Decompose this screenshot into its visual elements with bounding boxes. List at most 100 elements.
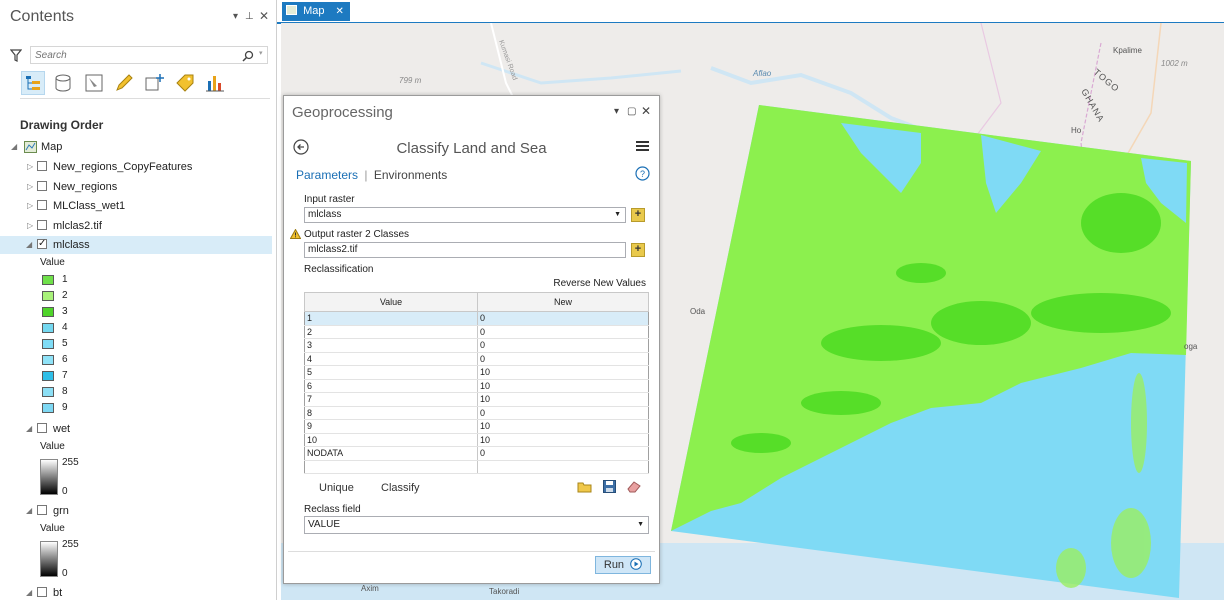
layer-visibility-checkbox[interactable] <box>37 220 47 230</box>
collapse-icon[interactable]: ◢ <box>26 502 32 520</box>
value-cell[interactable]: NODATA <box>304 446 478 461</box>
layer-visibility-checkbox[interactable] <box>37 181 47 191</box>
list-by-selection-icon[interactable] <box>83 72 105 94</box>
table-row[interactable]: 9 10 <box>304 419 649 434</box>
value-cell[interactable]: 6 <box>304 379 478 393</box>
new-value-cell[interactable]: 10 <box>477 365 649 380</box>
layer-row-mlclass[interactable]: ◢ ✓ mlclass <box>0 236 272 254</box>
table-row[interactable]: 80 <box>304 406 649 420</box>
layer-visibility-checkbox[interactable] <box>37 161 47 171</box>
legend-swatch[interactable] <box>42 371 54 381</box>
browse-output-button[interactable]: + <box>631 243 645 257</box>
pin-icon[interactable]: ⊥ <box>245 11 254 22</box>
legend-swatch[interactable] <box>42 339 54 349</box>
expand-icon[interactable]: ▷ <box>27 197 33 215</box>
layer-row-bt[interactable]: ◢ bt <box>0 584 272 600</box>
list-by-data-source-icon[interactable] <box>52 72 74 94</box>
list-by-editing-icon[interactable] <box>113 72 135 94</box>
table-row[interactable]: NODATA 0 <box>304 446 649 461</box>
layer-visibility-checkbox[interactable] <box>37 505 47 515</box>
reclass-field-dropdown[interactable]: VALUE ▼ <box>304 516 649 534</box>
reclassification-table[interactable]: Value New 1 0 2 0 3 0 4 0 5 10 6 10 7 10 8 0 9 10 10 10 NODA… <box>304 292 649 474</box>
table-row[interactable]: 10 10 <box>304 433 649 447</box>
new-value-cell[interactable] <box>477 460 649 474</box>
output-raster-field[interactable]: mlclass2.tif <box>304 242 626 258</box>
collapse-icon[interactable]: ◢ <box>26 584 32 600</box>
layer-row-mlclass-wet1[interactable]: ▷ MLClass_wet1 <box>0 197 272 215</box>
value-cell[interactable]: 4 <box>304 352 478 366</box>
maximize-icon[interactable]: ▢ <box>627 106 636 117</box>
new-value-cell[interactable]: 0 <box>477 325 649 339</box>
layer-visibility-checkbox[interactable] <box>37 200 47 210</box>
legend-swatch[interactable] <box>42 275 54 285</box>
reverse-new-values-button[interactable]: Reverse New Values <box>553 278 646 289</box>
search-input[interactable] <box>31 47 239 63</box>
layer-visibility-checkbox[interactable] <box>37 423 47 433</box>
new-value-cell[interactable]: 0 <box>477 406 649 420</box>
table-row-empty[interactable] <box>304 460 649 474</box>
table-row[interactable]: 40 <box>304 352 649 366</box>
list-by-charts-icon[interactable] <box>204 72 226 94</box>
value-cell[interactable]: 7 <box>304 392 478 407</box>
legend-swatch[interactable] <box>42 323 54 333</box>
value-cell[interactable]: 2 <box>304 325 478 339</box>
tab-parameters[interactable]: Parameters <box>296 168 358 182</box>
value-cell[interactable]: 3 <box>304 338 478 353</box>
search-icon[interactable] <box>242 50 254 62</box>
list-by-labeling-icon[interactable] <box>174 72 196 94</box>
new-value-cell[interactable]: 0 <box>477 446 649 461</box>
table-row[interactable]: 30 <box>304 338 649 353</box>
layer-visibility-checkbox[interactable] <box>37 587 47 597</box>
layer-row-new-regions-copyfeatures[interactable]: ▷ New_regions_CopyFeatures <box>0 158 272 176</box>
layer-row-mlclas2[interactable]: ▷ mlclas2.tif <box>0 217 272 235</box>
legend-swatch[interactable] <box>42 403 54 413</box>
legend-swatch[interactable] <box>42 307 54 317</box>
new-value-cell[interactable]: 0 <box>477 352 649 366</box>
value-cell[interactable]: 8 <box>304 406 478 420</box>
value-cell[interactable]: 9 <box>304 419 478 434</box>
pane-menu-icon[interactable]: ▾ <box>614 106 619 117</box>
collapse-icon[interactable]: ◢ <box>26 236 32 254</box>
expand-icon[interactable]: ▷ <box>27 158 33 176</box>
tab-map[interactable]: Map ✕ <box>282 2 350 21</box>
eraser-icon[interactable] <box>627 480 642 493</box>
expand-icon[interactable]: ▷ <box>27 217 33 235</box>
unique-button[interactable]: Unique <box>319 482 354 494</box>
close-tab-icon[interactable]: ✕ <box>336 6 344 17</box>
close-icon[interactable]: ✕ <box>259 9 269 23</box>
new-value-cell[interactable]: 10 <box>477 419 649 434</box>
new-value-cell[interactable]: 10 <box>477 392 649 407</box>
legend-swatch[interactable] <box>42 387 54 397</box>
table-row[interactable]: 20 <box>304 325 649 339</box>
column-header-new[interactable]: New <box>477 292 649 312</box>
layer-visibility-checkbox[interactable]: ✓ <box>37 239 47 249</box>
filter-icon[interactable] <box>10 49 22 63</box>
column-header-value[interactable]: Value <box>304 292 478 312</box>
value-cell[interactable]: 5 <box>304 365 478 380</box>
pane-menu-icon[interactable]: ▾ <box>233 11 238 22</box>
classify-button[interactable]: Classify <box>381 482 420 494</box>
table-row[interactable]: 6 10 <box>304 379 649 393</box>
collapse-icon[interactable]: ◢ <box>11 138 17 156</box>
close-icon[interactable]: ✕ <box>641 104 651 118</box>
table-row[interactable]: 7 10 <box>304 392 649 407</box>
table-row[interactable]: 5 10 <box>304 365 649 380</box>
layer-row-wet[interactable]: ◢ wet <box>0 420 272 438</box>
run-button[interactable]: Run <box>595 556 651 574</box>
collapse-icon[interactable]: ◢ <box>26 420 32 438</box>
tree-map-node[interactable]: ◢ Map <box>0 138 272 156</box>
new-value-cell[interactable]: 10 <box>477 379 649 393</box>
menu-icon[interactable] <box>636 140 649 152</box>
new-value-cell[interactable]: 0 <box>477 338 649 353</box>
help-icon[interactable]: ? <box>635 166 650 181</box>
browse-input-button[interactable]: + <box>631 208 645 222</box>
list-by-drawing-order-icon[interactable] <box>21 71 45 95</box>
input-raster-dropdown[interactable]: mlclass ▼ <box>304 207 626 223</box>
layer-row-grn[interactable]: ◢ grn <box>0 502 272 520</box>
tab-environments[interactable]: Environments <box>374 168 447 182</box>
search-options-icon[interactable]: ▾ <box>259 49 263 57</box>
legend-swatch[interactable] <box>42 291 54 301</box>
value-cell[interactable] <box>304 460 478 474</box>
contents-search[interactable]: ▾ <box>30 46 268 64</box>
layer-row-new-regions[interactable]: ▷ New_regions <box>0 178 272 196</box>
